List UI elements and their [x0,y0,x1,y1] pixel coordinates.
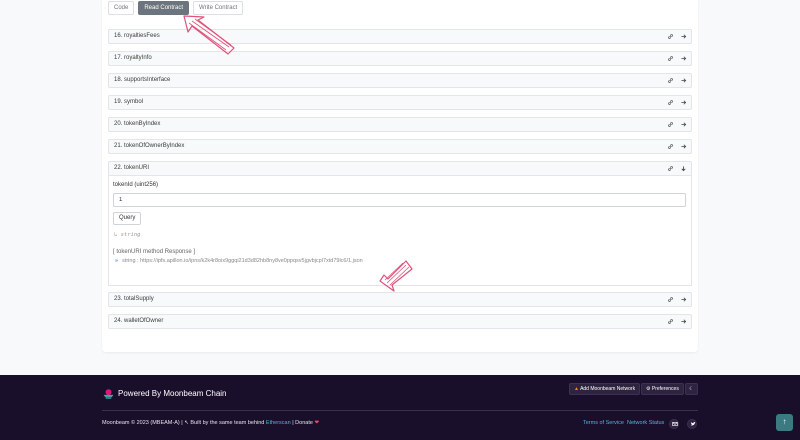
link-icon[interactable] [667,99,674,106]
link-icon[interactable] [667,33,674,40]
tab-code[interactable]: Code [108,1,135,15]
powered-by-text: Powered By Moonbeam Chain [118,389,227,398]
method-label: 20. tokenByIndex [114,121,161,127]
footer-divider [102,410,698,411]
arrow-right-icon[interactable] [680,121,687,128]
add-network-button[interactable]: ▲ Add Moonbeam Network [569,383,641,395]
moon-icon: ☾ [689,386,694,392]
arrow-down-icon[interactable] [680,165,687,172]
tab-read-contract[interactable]: Read Contract [138,1,190,15]
method-label: 19. symbol [114,99,144,105]
return-type-label: string [120,232,141,238]
method-row-totalsupply[interactable]: 23. totalSupply [108,292,692,307]
link-icon[interactable] [667,77,674,84]
arrow-right-icon[interactable] [680,77,687,84]
method-row-supportsinterface[interactable]: 18. supportsInterface [108,73,692,88]
tokenid-label: tokenId (uint256) [113,182,159,188]
method-row-royaltiesfees[interactable]: 16. royaltiesFees [108,29,692,44]
method-label: 22. tokenURI [114,165,150,171]
tab-write-contract[interactable]: Write Contract [193,1,244,15]
method-row-walletofowner[interactable]: 24. walletOfOwner [108,314,692,329]
method-row-tokenuri[interactable]: 22. tokenURI [108,161,692,176]
dark-mode-button[interactable]: ☾ [685,383,698,395]
arrow-right-icon[interactable] [680,33,687,40]
method-row-royaltyinfo[interactable]: 17. royaltyInfo [108,51,692,66]
scroll-top-button[interactable]: ↑ [776,414,793,431]
method-label: 23. totalSupply [114,296,154,302]
email-icon[interactable] [669,419,679,429]
network-status-link[interactable]: Network Status [627,420,664,426]
method-row-tokenbyindex[interactable]: 20. tokenByIndex [108,117,692,132]
method-row-symbol[interactable]: 19. symbol [108,95,692,110]
method-label: 24. walletOfOwner [114,318,164,324]
contract-tabs: Code Read Contract Write Contract [108,1,244,15]
arrow-right-icon[interactable] [680,318,687,325]
response-text: string : https://ipfs.apillon.io/ipns/k2… [122,258,363,264]
donate-link[interactable]: Donate [295,420,313,426]
terms-link[interactable]: Terms of Service [583,420,624,426]
arrow-right-icon[interactable] [680,143,687,150]
return-corner-icon: ↳ [114,232,121,238]
response-value: » string : https://ipfs.apillon.io/ipns/k… [115,258,363,264]
heart-icon: ❤ [314,420,320,426]
method-label: 18. supportsInterface [114,77,171,83]
arrow-right-icon[interactable] [680,99,687,106]
copyright-text: Moonbeam © 2023 (MBEAM-A) [102,420,180,426]
footer-copyright-line: Moonbeam © 2023 (MBEAM-A) | ↖ Built by t… [102,420,319,426]
arrow-right-icon[interactable] [680,55,687,62]
return-type: ↳ string [114,232,141,238]
tokenid-input[interactable] [113,193,686,207]
add-network-label: Add Moonbeam Network [580,386,636,392]
link-icon[interactable] [667,143,674,150]
link-icon[interactable] [667,165,674,172]
link-icon[interactable] [667,318,674,325]
preferences-label: Preferences [651,386,679,392]
double-chevron-icon: » [115,258,119,264]
link-icon[interactable] [667,296,674,303]
method-row-tokenofownerbyindex[interactable]: 21. tokenOfOwnerByIndex [108,139,692,154]
built-by-text: Built by the same team behind [190,420,265,426]
link-icon[interactable] [667,55,674,62]
response-title: [ tokenURI method Response ] [113,249,196,255]
method-label: 21. tokenOfOwnerByIndex [114,143,185,149]
query-button[interactable]: Query [113,212,142,225]
link-icon[interactable] [667,121,674,128]
method-label: 17. royaltyInfo [114,55,152,61]
etherscan-link[interactable]: Etherscan [266,420,291,426]
moonbeam-logo-icon [103,389,114,399]
method-label: 16. royaltiesFees [114,33,160,39]
arrow-right-icon[interactable] [680,296,687,303]
preferences-button[interactable]: ⚙ Preferences [641,383,684,395]
twitter-icon[interactable] [687,419,697,429]
